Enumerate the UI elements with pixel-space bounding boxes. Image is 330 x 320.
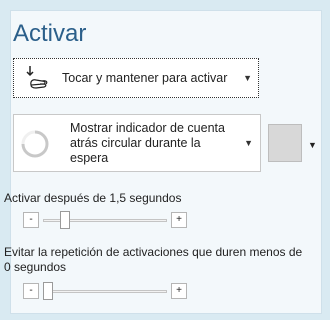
chevron-down-icon: ▼ bbox=[244, 138, 253, 148]
countdown-indicator-label: Mostrar indicador de cuenta atrás circul… bbox=[70, 121, 225, 165]
activate-after-decrease-button[interactable]: - bbox=[23, 212, 39, 228]
activate-after-label: Activar después de 1,5 segundos bbox=[4, 191, 182, 205]
avoid-repeat-slider-track[interactable] bbox=[43, 290, 167, 293]
hand-tap-icon bbox=[26, 66, 48, 89]
avoid-repeat-label: Evitar la repetición de activaciones que… bbox=[4, 245, 303, 274]
section-title: Activar bbox=[13, 20, 87, 47]
activation-method-dropdown[interactable]: Tocar y mantener para activar ▼ bbox=[13, 58, 259, 98]
indicator-color-swatch[interactable] bbox=[268, 124, 302, 162]
avoid-repeat-increase-button[interactable]: + bbox=[171, 283, 187, 299]
color-chevron-down-icon[interactable]: ▼ bbox=[308, 140, 317, 150]
avoid-repeat-slider-row: - + bbox=[23, 281, 193, 303]
circular-countdown-icon bbox=[21, 130, 49, 158]
chevron-down-icon: ▼ bbox=[243, 73, 252, 83]
countdown-indicator-dropdown[interactable]: Mostrar indicador de cuenta atrás circul… bbox=[13, 114, 261, 172]
avoid-repeat-decrease-button[interactable]: - bbox=[23, 283, 39, 299]
activate-after-slider-thumb[interactable] bbox=[60, 211, 71, 229]
activate-after-increase-button[interactable]: + bbox=[171, 212, 187, 228]
activate-after-slider-row: - + bbox=[23, 210, 193, 232]
avoid-repeat-slider-thumb[interactable] bbox=[43, 282, 53, 300]
activation-method-label: Tocar y mantener para activar bbox=[62, 71, 228, 85]
